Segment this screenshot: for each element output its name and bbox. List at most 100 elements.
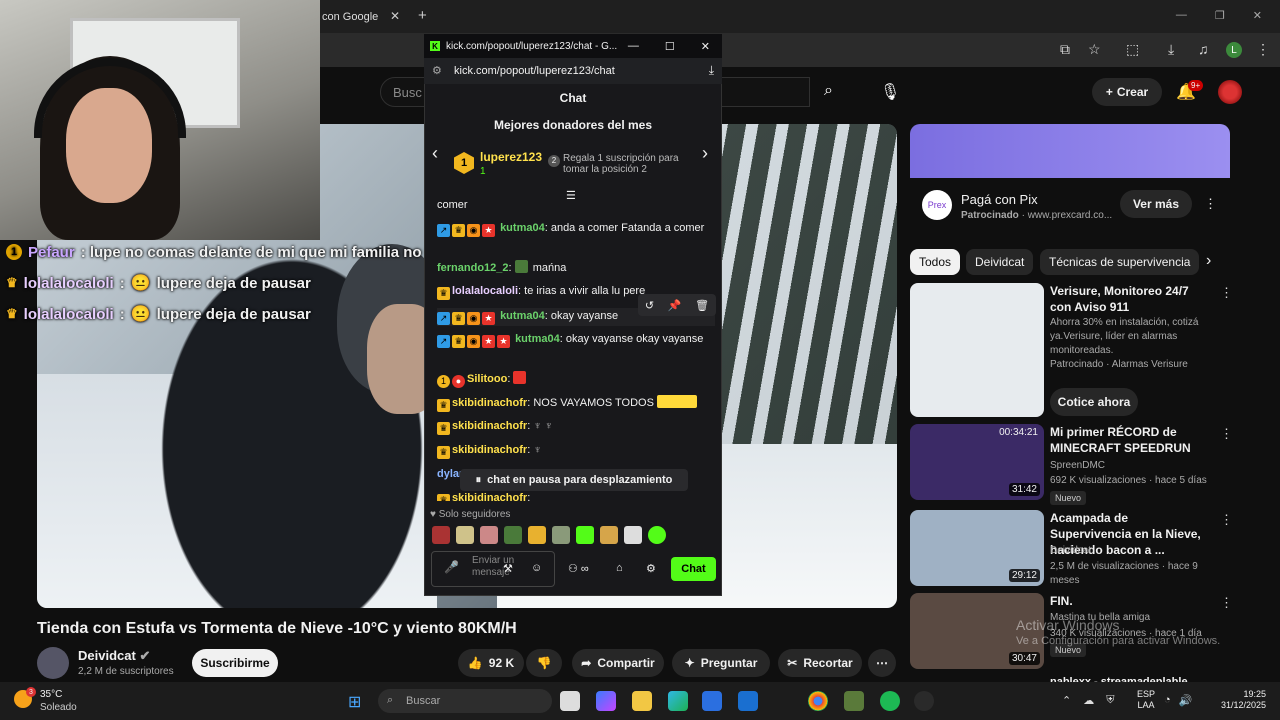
popup-maximize-icon[interactable]: ☐ xyxy=(665,40,675,53)
chat-message[interactable]: ♛ skibidinachofr: ♆ ♆ xyxy=(437,419,707,435)
obs-icon[interactable] xyxy=(914,691,934,711)
chat-message[interactable]: fernando12_2: mańna xyxy=(437,260,707,275)
donors-next-icon[interactable]: › xyxy=(702,143,708,164)
emoji-icon[interactable]: ☺ xyxy=(531,562,542,574)
share-button[interactable]: ➦ Compartir xyxy=(572,649,664,677)
reply-icon[interactable]: ↺ xyxy=(645,299,654,312)
pin-icon[interactable]: 📌 xyxy=(668,299,682,312)
chat-message[interactable]: ♛ skibidinachofr: xyxy=(437,491,707,501)
close-icon[interactable]: ✕ xyxy=(1253,9,1262,22)
message-user[interactable]: fernando12_2 xyxy=(437,262,509,274)
donors-prev-icon[interactable]: ‹ xyxy=(432,143,438,164)
gift-sub-text[interactable]: Regala 1 suscripción para tomar la posic… xyxy=(563,153,688,175)
bookmark-star-icon[interactable]: ☆ xyxy=(1088,41,1101,58)
ad-menu-icon[interactable]: ⋮ xyxy=(1204,196,1217,212)
top-donor-name[interactable]: luperez123 xyxy=(480,150,542,164)
tab-close-icon[interactable]: ✕ xyxy=(390,9,400,23)
chevron-right-icon[interactable]: › xyxy=(1206,252,1211,270)
rec-cta-button[interactable]: Cotice ahora xyxy=(1050,388,1138,416)
channel-name[interactable]: Deividcat ✔ xyxy=(78,648,150,664)
task-view-icon[interactable] xyxy=(560,691,580,711)
site-info-icon[interactable]: ⚙ xyxy=(432,64,442,77)
message-user[interactable]: kutma04 xyxy=(515,333,560,345)
spotify-icon[interactable] xyxy=(880,691,900,711)
onedrive-icon[interactable]: ☁ xyxy=(1083,694,1094,707)
message-user[interactable]: lolalalocaloli xyxy=(452,285,518,297)
rec-menu-icon[interactable]: ⋮ xyxy=(1220,512,1233,528)
chat-message[interactable]: ♛ skibidinachofr: ♆ xyxy=(437,443,707,459)
message-user[interactable]: skibidinachofr xyxy=(452,420,527,432)
security-icon[interactable]: ⛨ xyxy=(1106,694,1114,707)
message-user[interactable]: Silitooo xyxy=(467,373,507,385)
chip-deividcat[interactable]: Deividcat xyxy=(966,249,1034,275)
emote-icon[interactable] xyxy=(432,526,450,544)
emote-icon[interactable] xyxy=(576,526,594,544)
message-user[interactable]: skibidinachofr xyxy=(452,397,527,409)
emote-icon[interactable] xyxy=(552,526,570,544)
maximize-icon[interactable]: ❐ xyxy=(1215,9,1225,22)
create-button[interactable]: + Crear xyxy=(1092,78,1162,106)
message-user[interactable]: skibidinachofr xyxy=(452,444,527,456)
emote-icon[interactable] xyxy=(504,526,522,544)
ask-button[interactable]: ✦ Preguntar xyxy=(672,649,770,677)
edge-icon[interactable] xyxy=(668,691,688,711)
chat-message[interactable]: ↗ ♛ ◉ ★ ★ kutma04: okay vayanse okay vayanse xyxy=(437,332,707,348)
emote-icon[interactable] xyxy=(456,526,474,544)
download-icon[interactable]: ⤓ xyxy=(1168,41,1174,58)
copilot-icon[interactable] xyxy=(596,691,616,711)
new-tab-icon[interactable]: + xyxy=(418,7,427,24)
message-user[interactable]: skibidinachofr xyxy=(452,492,527,501)
rec-menu-icon[interactable]: ⋮ xyxy=(1220,426,1233,442)
chrome-icon[interactable] xyxy=(808,691,828,711)
tools-icon[interactable]: ⚒ xyxy=(503,562,513,575)
popup-url-bar[interactable]: ⚙ kick.com/popout/luperez123/chat ⤓ xyxy=(424,58,722,84)
store-app-icon[interactable] xyxy=(702,691,722,711)
settings-gear-icon[interactable]: ⚙ xyxy=(646,562,656,575)
status-icons[interactable]: ◔ 🔊 xyxy=(1164,694,1192,707)
emote-icon[interactable] xyxy=(648,526,666,544)
clip-button[interactable]: ✂ Recortar xyxy=(778,649,862,677)
profile-avatar[interactable]: L xyxy=(1226,42,1242,58)
minimize-icon[interactable]: — xyxy=(1176,9,1187,22)
emote-icon[interactable] xyxy=(480,526,498,544)
rec-thumbnail[interactable]: 29:12 xyxy=(910,510,1044,586)
chip-survival[interactable]: Técnicas de supervivencia xyxy=(1040,249,1200,275)
popup-close-icon[interactable]: ✕ xyxy=(701,40,710,53)
input-language[interactable]: ESP LAA xyxy=(1137,689,1155,711)
search-icon[interactable]: ⌕ xyxy=(824,82,833,100)
message-user[interactable]: kutma04 xyxy=(500,222,545,234)
emote-icon[interactable] xyxy=(624,526,642,544)
rec-title[interactable]: Mi primer RÉCORD de MINECRAFT SPEEDRUN xyxy=(1050,424,1210,456)
microphone-icon[interactable]: 🎙 xyxy=(880,82,900,102)
taskbar-search[interactable]: ⌕ Buscar xyxy=(378,689,552,713)
rec-menu-icon[interactable]: ⋮ xyxy=(1220,595,1233,611)
rec-title[interactable]: FIN. xyxy=(1050,593,1210,609)
like-button[interactable]: 👍 92 K xyxy=(458,649,524,677)
ad-title[interactable]: Pagá con Pix xyxy=(961,192,1038,207)
emote-icon[interactable] xyxy=(528,526,546,544)
media-icon[interactable]: ♫ xyxy=(1198,41,1209,57)
store-icon[interactable]: ⌂ xyxy=(616,562,623,574)
tray-chevron-icon[interactable]: ⌃ xyxy=(1062,694,1071,707)
popup-download-icon[interactable]: ⤓ xyxy=(709,63,714,78)
rec-menu-icon[interactable]: ⋮ xyxy=(1220,285,1233,301)
chat-paused-banner[interactable]: ⏸ chat en pausa para desplazamiento xyxy=(460,469,688,491)
windows-start-icon[interactable]: ⊞ xyxy=(348,692,361,712)
message-user[interactable]: kutma04 xyxy=(500,310,545,322)
file-explorer-icon[interactable] xyxy=(632,691,652,711)
popup-minimize-icon[interactable]: — xyxy=(628,40,639,53)
outlook-icon[interactable] xyxy=(738,691,758,711)
kick-points-icon[interactable]: ⚇ ∞ xyxy=(568,562,589,575)
chip-all[interactable]: Todos xyxy=(910,249,961,275)
chat-message[interactable]: ↗ ♛ ◉ ★ kutma04: anda a comer Fatanda a com… xyxy=(437,221,707,237)
subscribe-button[interactable]: Suscribirme xyxy=(192,649,278,677)
chat-send-button[interactable]: Chat xyxy=(671,557,716,581)
browser-menu-icon[interactable]: ⋮ xyxy=(1256,41,1270,58)
chat-message[interactable]: 1 ● Silitooo: xyxy=(437,371,707,388)
ad-cta-button[interactable]: Ver más xyxy=(1120,190,1192,218)
rec-title[interactable]: Verisure, Monitoreo 24/7 con Aviso 911 xyxy=(1050,283,1210,315)
chat-message[interactable]: ♛ skibidinachofr: NOS VAYAMOS TODOS xyxy=(437,395,707,412)
rec-thumbnail[interactable] xyxy=(910,283,1044,417)
ad-banner-image[interactable] xyxy=(910,124,1230,178)
extensions-icon[interactable]: ⬚ xyxy=(1126,41,1139,58)
